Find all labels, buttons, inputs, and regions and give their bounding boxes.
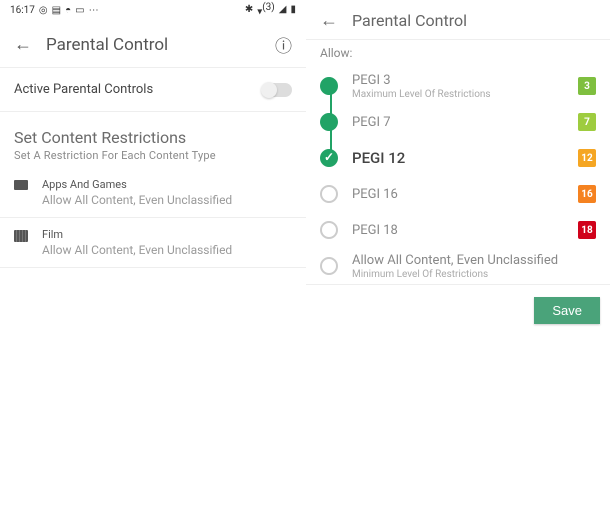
status-card-icon: ▭	[75, 5, 84, 16]
option-label: PEGI 16	[352, 187, 578, 202]
save-button[interactable]: Save	[534, 297, 600, 324]
status-shield-icon: ◓	[65, 5, 71, 16]
row-subtitle: Allow All Content, Even Unclassified	[42, 193, 292, 207]
back-icon[interactable]: ←	[320, 10, 344, 31]
pegi-option[interactable]: PEGI 3Maximum Level Of Restrictions3	[312, 68, 600, 104]
divider	[0, 267, 306, 268]
header: ← Parental Control ⓘ	[0, 20, 306, 67]
option-label: PEGI 12	[352, 149, 578, 167]
back-icon[interactable]: ←	[14, 34, 38, 55]
status-dot-icon: ▤	[52, 5, 61, 16]
pegi-option[interactable]: PEGI 1616	[312, 176, 600, 212]
row-title: Apps And Games	[42, 178, 292, 191]
signal-icon: ◢	[279, 4, 287, 15]
radio-icon[interactable]	[320, 257, 338, 275]
status-time: 16:17	[10, 5, 35, 16]
radio-icon[interactable]	[320, 221, 338, 239]
option-label: Allow All Content, Even UnclassifiedMini…	[352, 253, 596, 280]
restrictions-section: Set Content Restrictions Set A Restricti…	[0, 112, 306, 168]
row-subtitle: Allow All Content, Even Unclassified	[42, 243, 292, 257]
pegi-picker-screen: ← Parental Control Allow: PEGI 3Maximum …	[306, 0, 610, 522]
page-title: Parental Control	[38, 35, 275, 55]
toggle-label: Active Parental Controls	[14, 82, 153, 97]
film-icon	[14, 230, 28, 242]
pegi-option[interactable]: PEGI 1212	[312, 140, 600, 176]
allow-label: Allow:	[306, 40, 610, 68]
option-label: PEGI 18	[352, 223, 578, 238]
help-icon[interactable]: ⓘ	[275, 32, 292, 57]
settings-screen: 16:17 ◎ ▤ ◓ ▭ ⋯ ✱ ▾(3) ◢ ▮ ← Parental Co…	[0, 0, 306, 522]
page-title: Parental Control	[344, 11, 596, 30]
section-subtitle: Set A Restriction For Each Content Type	[14, 149, 292, 162]
spotify-icon: ◎	[39, 5, 48, 16]
pegi-badge: 3	[578, 77, 596, 95]
row-apps-games[interactable]: Apps And Games Allow All Content, Even U…	[0, 168, 306, 217]
toggle-row[interactable]: Active Parental Controls	[0, 68, 306, 111]
pegi-option[interactable]: PEGI 1818	[312, 212, 600, 248]
wifi-icon: ▾(3)	[257, 2, 275, 17]
pegi-badge: 16	[578, 185, 596, 203]
row-title: Film	[42, 228, 292, 241]
radio-icon[interactable]	[320, 149, 338, 167]
android-icon	[14, 180, 28, 190]
header: ← Parental Control	[306, 0, 610, 39]
radio-icon[interactable]	[320, 77, 338, 95]
option-sublabel: Maximum Level Of Restrictions	[352, 89, 578, 100]
pegi-badge: 18	[578, 221, 596, 239]
option-label: PEGI 3Maximum Level Of Restrictions	[352, 73, 578, 100]
status-bar: 16:17 ◎ ▤ ◓ ▭ ⋯ ✱ ▾(3) ◢ ▮	[0, 0, 306, 20]
radio-icon[interactable]	[320, 185, 338, 203]
bluetooth-icon: ✱	[245, 4, 253, 15]
pegi-badge: 7	[578, 113, 596, 131]
radio-icon[interactable]	[320, 113, 338, 131]
option-label: PEGI 7	[352, 115, 578, 130]
pegi-option[interactable]: Allow All Content, Even UnclassifiedMini…	[312, 248, 600, 284]
section-title: Set Content Restrictions	[14, 128, 292, 147]
option-list: PEGI 3Maximum Level Of Restrictions3PEGI…	[306, 68, 610, 284]
option-sublabel: Minimum Level Of Restrictions	[352, 269, 596, 280]
pegi-badge: 12	[578, 149, 596, 167]
pegi-option[interactable]: PEGI 77	[312, 104, 600, 140]
status-dots-icon: ⋯	[89, 5, 99, 16]
battery-icon: ▮	[290, 4, 296, 15]
toggle-switch[interactable]	[262, 83, 292, 97]
row-film[interactable]: Film Allow All Content, Even Unclassifie…	[0, 218, 306, 267]
